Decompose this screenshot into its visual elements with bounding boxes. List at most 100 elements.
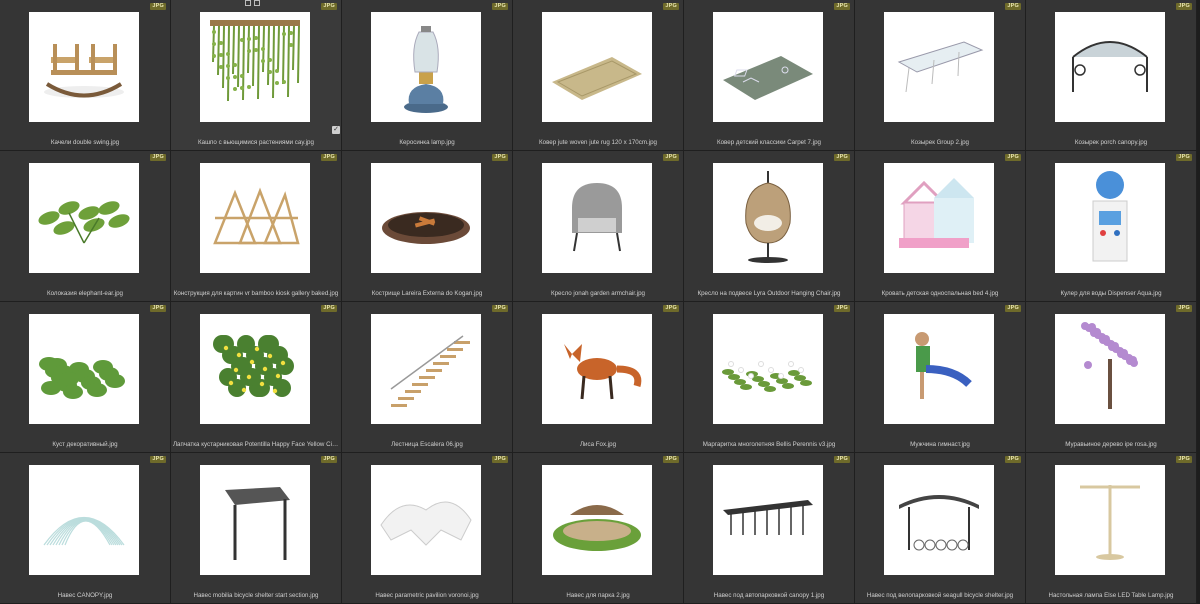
item-tools [245, 0, 260, 6]
thumbnail-item[interactable]: JPG Ковер детский классики Carpet 7.jpg [684, 0, 855, 151]
file-type-badge: JPG [663, 3, 679, 10]
thumbnail-item[interactable]: JPG Навес под автопарковкой canopy 1.jpg [684, 453, 855, 604]
fox-icon [542, 314, 652, 424]
file-name-label: Ковер детский классики Carpet 7.jpg [717, 139, 821, 146]
file-name-label: Конструкция для картин vr bamboo kiosk g… [173, 290, 339, 297]
thumbnail-grid: JPG Качели double swing.jpg JPG Кашпо с вью… [0, 0, 1200, 604]
file-type-badge: JPG [1005, 456, 1021, 463]
hanging-chair-icon [713, 163, 823, 273]
thumbnail-item[interactable]: JPG Качели double swing.jpg [0, 0, 171, 151]
potentilla-shrub-icon [200, 314, 310, 424]
kids-carpet-icon [713, 12, 823, 122]
thumbnail-item[interactable]: JPG Навес mobilia bicycle shelter start s… [171, 453, 342, 604]
file-name-label: Колоказия elephant-ear.jpg [47, 290, 123, 297]
thumbnail-item[interactable]: JPG Навес для парка 2.jpg [513, 453, 684, 604]
file-name-label: Лестница Escalera 06.jpg [391, 441, 463, 448]
file-type-badge: JPG [1005, 154, 1021, 161]
file-name-label: Навес под автопарковкой canopy 1.jpg [713, 592, 825, 599]
staircase-icon [371, 314, 481, 424]
file-name-label: Навес parametric pavilion voronoi.jpg [375, 592, 479, 599]
seagull-shelter-icon [884, 465, 994, 575]
armchair-icon [542, 163, 652, 273]
gymnast-man-icon [884, 314, 994, 424]
file-type-badge: JPG [834, 3, 850, 10]
thumbnail-item[interactable]: JPG Кулер для воды Dispenser Aqua.jpg [1026, 151, 1197, 302]
file-name-label: Куст декоративный.jpg [52, 441, 118, 448]
water-cooler-icon [1055, 163, 1165, 273]
file-type-badge: JPG [1176, 305, 1192, 312]
thumbnail-item[interactable]: JPG Мужчина гимнаст.jpg [855, 302, 1026, 453]
thumbnail-item[interactable]: JPG Кострище Lareira Externa do Kogan.jpg [342, 151, 513, 302]
thumbnail-item[interactable]: JPG Ковер jute woven jute rug 120 x 170cm… [513, 0, 684, 151]
file-type-badge: JPG [150, 305, 166, 312]
thumbnail-item[interactable]: JPG Навес под велопарковкой seagull bicyc… [855, 453, 1026, 604]
ipe-rosa-tree-icon [1055, 314, 1165, 424]
file-type-badge: JPG [834, 305, 850, 312]
file-type-badge: JPG [1005, 305, 1021, 312]
thumbnail-item[interactable]: JPG Козырек porch canopy.jpg [1026, 0, 1197, 151]
kerosene-lamp-icon [371, 12, 481, 122]
bicycle-shelter-icon [200, 465, 310, 575]
file-name-label: Навес под велопарковкой seagull bicycle … [866, 592, 1014, 599]
hanging-plants-icon [200, 12, 310, 122]
checkmark-icon[interactable]: ✓ [332, 126, 340, 134]
file-type-badge: JPG [834, 154, 850, 161]
thumbnail-item[interactable]: JPG Колоказия elephant-ear.jpg [0, 151, 171, 302]
carport-canopy-icon [713, 465, 823, 575]
file-name-label: Кровать детская односпальная bed 4.jpg [881, 290, 999, 297]
file-name-label: Кашпо с вьющимися растениями cay.jpg [198, 139, 314, 146]
file-name-label: Маргаритка многолетняя Bellis Perennis v… [702, 441, 836, 448]
thumbnail-item[interactable]: JPG Куст декоративный.jpg [0, 302, 171, 453]
file-type-badge: JPG [492, 3, 508, 10]
thumbnail-item[interactable]: JPG Кресло jonah garden armchair.jpg [513, 151, 684, 302]
thumbnail-item[interactable]: JPG Лиса Fox.jpg [513, 302, 684, 453]
thumbnail-item[interactable]: JPG Керосинка lamp.jpg [342, 0, 513, 151]
file-name-label: Кострище Lareira Externa do Kogan.jpg [371, 290, 483, 297]
file-name-label: Козырек Group 2.jpg [911, 139, 969, 146]
file-type-badge: JPG [492, 305, 508, 312]
file-type-badge: JPG [492, 456, 508, 463]
thumbnail-item[interactable]: JPG Кресло на подвесе Lyra Outdoor Hangin… [684, 151, 855, 302]
file-name-label: Козырек porch canopy.jpg [1074, 139, 1148, 146]
file-name-label: Лапчатка кустарниковая Potentilla Happy … [173, 441, 339, 448]
fire-pit-icon [371, 163, 481, 273]
double-swing-icon [29, 12, 139, 122]
file-name-label: Ковер jute woven jute rug 120 x 170cm.jp… [539, 139, 657, 146]
file-name-label: Лиса Fox.jpg [579, 441, 617, 448]
thumbnail-item[interactable]: JPG Настольная лампа Else LED Table Lamp.… [1026, 453, 1197, 604]
thumbnail-item[interactable]: JPG Лапчатка кустарниковая Potentilla Hap… [171, 302, 342, 453]
daisy-flowers-icon [713, 314, 823, 424]
parametric-pavilion-icon [371, 465, 481, 575]
canopy-tunnel-icon [29, 465, 139, 575]
file-name-label: Качели double swing.jpg [50, 139, 120, 146]
thumbnail-item[interactable]: JPG Навес CANOPY.jpg [0, 453, 171, 604]
file-type-badge: JPG [321, 154, 337, 161]
porch-canopy-icon [1055, 12, 1165, 122]
thumbnail-item[interactable]: JPG Козырек Group 2.jpg [855, 0, 1026, 151]
table-lamp-icon [1055, 465, 1165, 575]
file-type-badge: JPG [321, 305, 337, 312]
glass-canopy-icon [884, 12, 994, 122]
park-pavilion-icon [542, 465, 652, 575]
file-type-badge: JPG [321, 456, 337, 463]
file-name-label: Мужчина гимнаст.jpg [910, 441, 970, 448]
thumbnail-item[interactable]: JPG Кашпо с вьющимися растениями cay.jpg ✓ [171, 0, 342, 151]
file-name-label: Кулер для воды Dispenser Aqua.jpg [1060, 290, 1162, 297]
thumbnail-item[interactable]: JPG Муравьиное дерево ipe rosa.jpg [1026, 302, 1197, 453]
file-type-badge: JPG [663, 305, 679, 312]
file-type-badge: JPG [663, 154, 679, 161]
thumbnail-item[interactable]: JPG Маргаритка многолетняя Bellis Perenni… [684, 302, 855, 453]
file-type-badge: JPG [663, 456, 679, 463]
thumbnail-item[interactable]: JPG Конструкция для картин vr bamboo kios… [171, 151, 342, 302]
thumbnail-item[interactable]: JPG Лестница Escalera 06.jpg [342, 302, 513, 453]
select-box-icon[interactable] [245, 0, 251, 6]
file-name-label: Кресло jonah garden armchair.jpg [551, 290, 645, 297]
file-type-badge: JPG [321, 3, 337, 10]
thumbnail-item[interactable]: JPG Кровать детская односпальная bed 4.jp… [855, 151, 1026, 302]
jute-rug-icon [542, 12, 652, 122]
decorative-bush-icon [29, 314, 139, 424]
thumbnail-item[interactable]: JPG Навес parametric pavilion voronoi.jpg [342, 453, 513, 604]
file-name-label: Навес mobilia bicycle shelter start sect… [193, 592, 319, 599]
file-name-label: Керосинка lamp.jpg [399, 139, 455, 146]
edit-icon[interactable] [254, 0, 260, 6]
